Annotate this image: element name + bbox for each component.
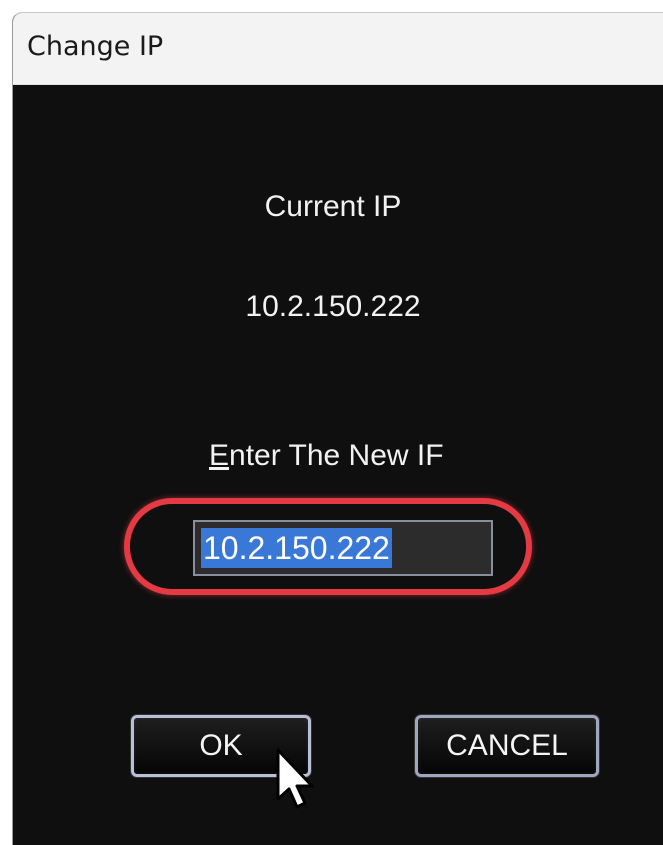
screenshot-frame: Change IP Current IP 10.2.150.222 Enter …: [0, 0, 663, 845]
new-ip-label: Enter The New IF: [209, 439, 444, 473]
change-ip-dialog: Change IP Current IP 10.2.150.222 Enter …: [12, 12, 663, 845]
mouse-pointer-icon: [276, 748, 314, 809]
dialog-body: Current IP 10.2.150.222 Enter The New IF…: [13, 85, 663, 845]
new-ip-label-text: nter The New IF: [229, 439, 444, 472]
current-ip-value: 10.2.150.222: [245, 290, 421, 323]
new-ip-selected-text: 10.2.150.222: [201, 528, 392, 568]
new-ip-input[interactable]: 10.2.150.222: [193, 520, 493, 576]
cancel-button[interactable]: CANCEL: [415, 715, 599, 777]
window-title: Change IP: [27, 31, 164, 62]
new-ip-label-mnemonic: E: [209, 439, 230, 472]
title-bar[interactable]: Change IP: [13, 13, 663, 85]
current-ip-label: Current IP: [264, 190, 402, 223]
